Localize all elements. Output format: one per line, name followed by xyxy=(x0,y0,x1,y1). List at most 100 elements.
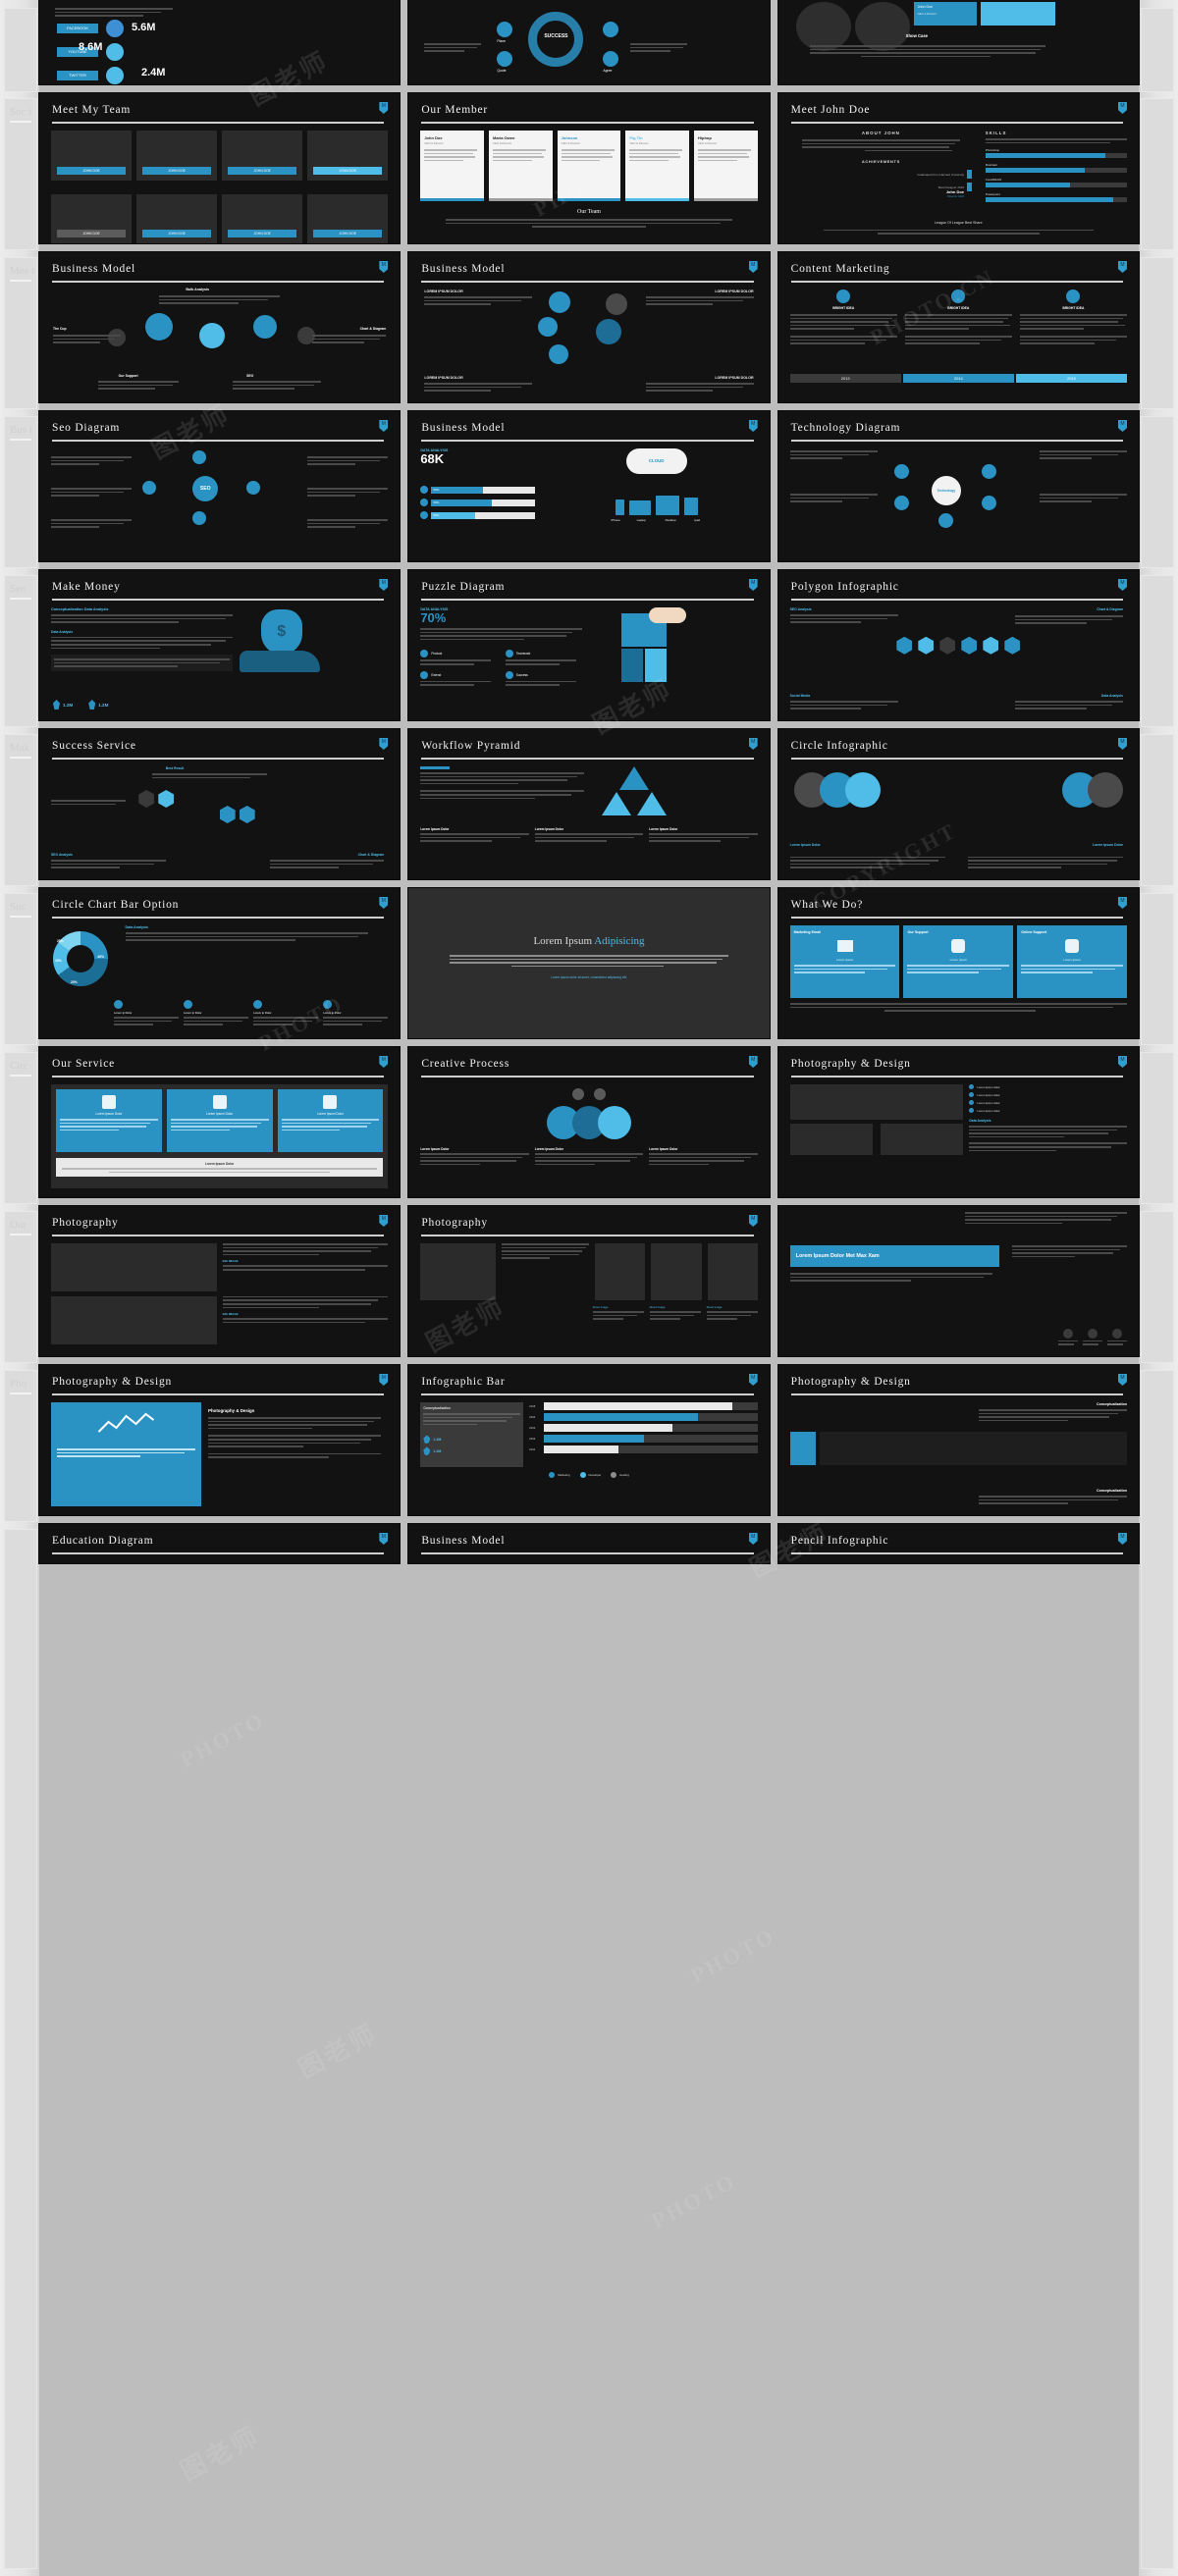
team-button[interactable]: JOHN DOE xyxy=(313,230,383,238)
slide-thumbnail[interactable]: Business Model M xyxy=(408,1524,770,1563)
ghost-slide[interactable]: Circ xyxy=(4,1052,37,1204)
ghost-slide[interactable] xyxy=(4,1529,37,2569)
member-card[interactable]: Johnson CEO & Director xyxy=(557,131,621,202)
team-card[interactable]: JOHN DOE xyxy=(51,131,133,181)
slide-thumbnail[interactable]: Education Diagram M xyxy=(39,1524,401,1563)
team-card[interactable]: JOHN DOE xyxy=(136,193,218,243)
slide-thumbnail[interactable]: Technology Diagram M Technology xyxy=(777,411,1139,561)
ghost-slide[interactable]: Mak xyxy=(4,734,37,886)
team-button[interactable]: JOHN DOE xyxy=(57,166,127,175)
team-button[interactable]: JOHN DOE xyxy=(228,166,297,175)
slide-thumbnail[interactable]: John Doe CEO & Director Show Case xyxy=(777,0,1139,84)
member-card[interactable]: John Doe CEO & Director xyxy=(420,131,484,202)
ghost-slide[interactable] xyxy=(1141,1052,1174,1204)
slide-thumbnail[interactable]: Pencil Infographic M xyxy=(777,1524,1139,1563)
ghost-slide[interactable] xyxy=(1141,257,1174,409)
ghost-slide[interactable]: Our xyxy=(4,1211,37,1363)
ghost-slide[interactable] xyxy=(1141,734,1174,886)
ghost-slide[interactable]: Soc i xyxy=(4,98,37,250)
shield-badge-icon: M xyxy=(379,738,389,750)
what-we-do-card[interactable]: Marketing Email Lorem Ipsum xyxy=(789,925,900,998)
what-we-do-card[interactable]: Our Support Lorem Ipsum xyxy=(903,925,1014,998)
slide-thumbnail[interactable]: Lorem Ipsum Adipisicing Lorem ipsum dolo… xyxy=(408,888,770,1038)
team-card[interactable]: JOHN DOE xyxy=(136,131,218,181)
photo-placeholder xyxy=(819,1432,1127,1465)
team-card[interactable]: JOHN DOE xyxy=(222,131,303,181)
slide-thumbnail[interactable]: FACEBOOK YOUTUBE TWITTER 5.6M 8.6M 2.4M xyxy=(39,0,401,84)
team-card[interactable]: JOHN DOE xyxy=(222,193,303,243)
line-chart-icon xyxy=(97,1412,155,1433)
photo-caption: BIG IMAGE xyxy=(222,1259,239,1264)
slide-thumbnail[interactable]: Photography M BIG IMAGE BIG IMAGE xyxy=(39,1206,401,1356)
member-card[interactable]: Pig Tin CEO & Director xyxy=(625,131,690,202)
team-card[interactable]: JOHN DOE xyxy=(307,131,389,181)
ghost-slide[interactable] xyxy=(1141,98,1174,250)
slide-thumbnail[interactable]: Make Money M Conceptualization Data Anal… xyxy=(39,570,401,720)
service-card[interactable]: Lorem Ipsum Dolor xyxy=(166,1089,273,1152)
ghost-slide[interactable]: Mee t xyxy=(4,257,37,409)
money-heading: Conceptualization Data Analysis xyxy=(51,607,109,611)
lock-hex-icon xyxy=(939,636,956,655)
slide-thumbnail[interactable]: Circle Chart Bar Option M Data Analysis … xyxy=(39,888,401,1038)
ghost-slide[interactable] xyxy=(1141,416,1174,568)
ghost-slide[interactable]: Seo xyxy=(4,575,37,727)
slide-thumbnail[interactable]: Seo Diagram M SEO xyxy=(39,411,401,561)
slide-thumbnail[interactable]: Business Model M Bulb Analysis The Cup C… xyxy=(39,252,401,402)
bar-icon xyxy=(420,511,429,519)
team-button[interactable]: JOHN DOE xyxy=(313,166,383,175)
slide-thumbnail[interactable]: Infographic Bar M Conceptualization 1.2M… xyxy=(408,1365,770,1515)
slide-thumbnail[interactable]: Meet My Team M JOHN DOE JOHN DOE JOHN DO… xyxy=(39,93,401,243)
team-button[interactable]: JOHN DOE xyxy=(228,230,297,238)
slide-thumbnail[interactable]: Our Member John Doe CEO & Director Maria… xyxy=(408,93,770,243)
ghost-slide[interactable] xyxy=(4,8,37,92)
member-card[interactable]: Hiphop CEO & Director xyxy=(694,131,758,202)
ghost-slide[interactable] xyxy=(1141,8,1174,92)
what-we-do-card[interactable]: Online Support Lorem Ipsum xyxy=(1017,925,1127,998)
slide-thumbnail[interactable]: Photography M About Image About Image Ab… xyxy=(408,1206,770,1356)
slide-thumbnail[interactable]: Puzzle Diagram M DATA ANALYSIS 70% Produ… xyxy=(408,570,770,720)
donut-chart: 25% 40% 20% 15% xyxy=(53,931,108,986)
legend-icon xyxy=(323,1000,333,1010)
skill-label: CorelDRAW xyxy=(985,178,1002,183)
slide-thumbnail[interactable]: Content Marketing M BRIGHT IDEA BRIGHT I… xyxy=(777,252,1139,402)
slide-thumbnail[interactable]: Meet John Doe M ABOUT JOHN ACHIEVEMENTS … xyxy=(777,93,1139,243)
photo-placeholder-group xyxy=(789,1084,964,1188)
member-card[interactable]: Maria Owen CEO & Director xyxy=(489,131,553,202)
slide-thumbnail[interactable]: Circle Infographic M Lorem Ipsum Dolor L… xyxy=(777,729,1139,879)
slide-thumbnail[interactable]: Business Model M LOREM IPSUM DOLOR LOREM… xyxy=(408,252,770,402)
ghost-slide[interactable] xyxy=(1141,1211,1174,1363)
slide-thumbnail[interactable]: Photography & Design M Photography & Des… xyxy=(39,1365,401,1515)
ghost-slide[interactable] xyxy=(1141,1370,1174,2569)
shield-badge-icon: M xyxy=(1118,420,1127,432)
ghost-slide[interactable]: Suc xyxy=(4,893,37,1045)
slide-thumbnail[interactable]: Creative Process M Lorem Ipsum Dolor Lor… xyxy=(408,1047,770,1197)
slide-thumbnail[interactable]: Workflow Pyramid M Lorem Ipsum Dolor Lor… xyxy=(408,729,770,879)
ghost-slide[interactable]: Bus i xyxy=(4,416,37,568)
slide-thumbnail[interactable]: Lorem Ipsum Dolor Met Max Xam xyxy=(777,1206,1139,1356)
slide-thumbnail[interactable]: Business Model M DATA ANALYSIS 68K 50% 5… xyxy=(408,411,770,561)
team-button[interactable]: JOHN DOE xyxy=(142,166,212,175)
service-card[interactable]: Lorem Ipsum Dolor xyxy=(56,1089,162,1152)
slide-thumbnail[interactable]: Photography & Design M Lorem ipsum dolor… xyxy=(777,1047,1139,1197)
agree-icon xyxy=(603,51,619,67)
team-button[interactable]: JOHN DOE xyxy=(57,230,127,238)
bar-icon xyxy=(420,499,429,506)
slide-thumbnail[interactable]: Polygon Infographic M SEO Analysis Chart… xyxy=(777,570,1139,720)
slide-thumbnail[interactable]: Our Service M Lorem Ipsum Dolor Lorem Ip… xyxy=(39,1047,401,1197)
watermark: 图老师 xyxy=(176,2421,265,2487)
slide-title: Technology Diagram xyxy=(790,422,901,434)
ghost-slide[interactable] xyxy=(1141,893,1174,1045)
team-card[interactable]: JOHN DOE xyxy=(307,193,389,243)
lorem-link[interactable]: Lorem ipsum dolor sit amet, consectetur … xyxy=(420,975,757,979)
bar-value: 50% xyxy=(431,499,492,506)
slide-thumbnail[interactable]: What We Do? M Marketing Email Lorem Ipsu… xyxy=(777,888,1139,1038)
team-button[interactable]: JOHN DOE xyxy=(142,230,212,238)
ghost-slide[interactable] xyxy=(1141,575,1174,727)
team-card[interactable]: JOHN DOE xyxy=(51,193,133,243)
slide-thumbnail[interactable]: Success Service M Best Result SEO Analys… xyxy=(39,729,401,879)
slide-thumbnail[interactable]: Photography & Design M Conceptualization… xyxy=(777,1365,1139,1515)
service-card[interactable]: Lorem Ipsum Dolor xyxy=(277,1089,384,1152)
skills-title: SKILLS xyxy=(985,131,1007,135)
ghost-slide[interactable]: Pho xyxy=(4,1370,37,1522)
slide-thumbnail[interactable]: SUCCESS Plane Quote Agree xyxy=(408,0,770,84)
